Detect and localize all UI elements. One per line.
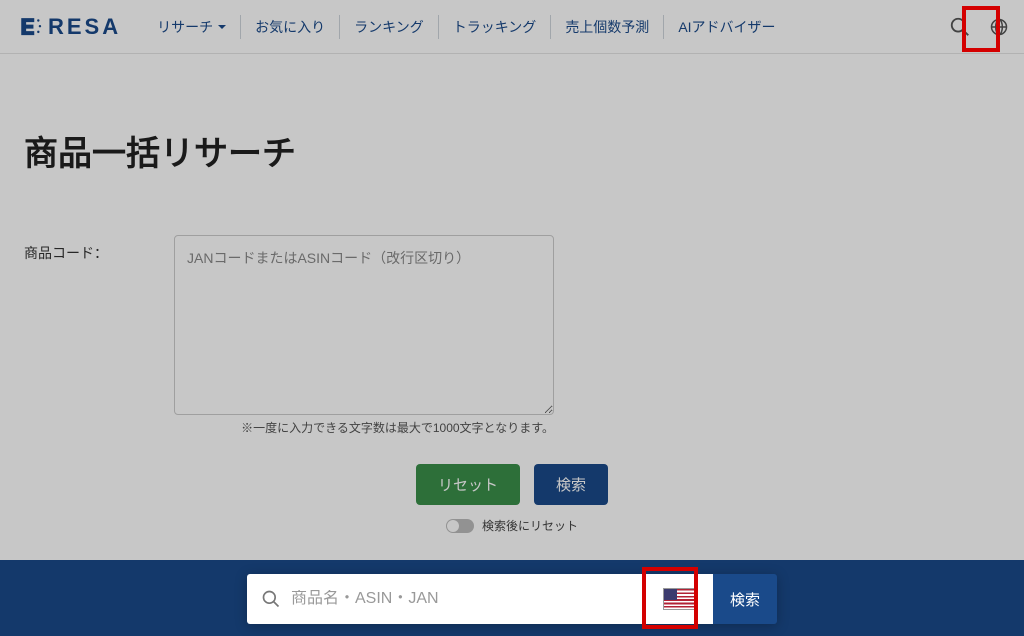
- toggle-label: 検索後にリセット: [482, 517, 578, 534]
- nav-ai-advisor[interactable]: AIアドバイザー: [664, 15, 789, 39]
- header: RESA リサーチ お気に入り ランキング トラッキング 売上個数予測 AIアド…: [0, 0, 1024, 54]
- nav-label: ランキング: [354, 17, 424, 37]
- reset-button[interactable]: リセット: [416, 464, 520, 505]
- nav-sales-forecast[interactable]: 売上個数予測: [551, 15, 664, 39]
- highlight-box-flag: [642, 567, 698, 629]
- form-row: 商品コード： ※一度に入力できる文字数は最大で1000文字となります。: [24, 235, 1000, 436]
- main-nav: リサーチ お気に入り ランキング トラッキング 売上個数予測 AIアドバイザー: [143, 15, 944, 39]
- form-label-code: 商品コード：: [24, 235, 134, 263]
- nav-label: トラッキング: [453, 17, 537, 37]
- form-field-wrap: ※一度に入力できる文字数は最大で1000文字となります。: [174, 235, 554, 436]
- nav-label: リサーチ: [157, 17, 213, 37]
- nav-label: 売上個数予測: [565, 17, 649, 37]
- logo-text: RESA: [48, 14, 121, 40]
- nav-favorites[interactable]: お気に入り: [241, 15, 340, 39]
- reset-after-search-toggle[interactable]: [446, 519, 474, 533]
- nav-label: お気に入り: [255, 17, 325, 37]
- toggle-row: 検索後にリセット: [24, 517, 1000, 534]
- helper-text: ※一度に入力できる文字数は最大で1000文字となります。: [174, 419, 554, 436]
- highlight-box-search-icon: [962, 6, 1000, 52]
- main-content: 商品一括リサーチ 商品コード： ※一度に入力できる文字数は最大で1000文字とな…: [0, 54, 1024, 534]
- nav-tracking[interactable]: トラッキング: [439, 15, 552, 39]
- search-icon: [261, 589, 281, 609]
- logo-icon: [18, 14, 44, 40]
- logo[interactable]: RESA: [18, 14, 121, 40]
- toggle-knob: [447, 520, 459, 532]
- search-button[interactable]: 検索: [534, 464, 608, 505]
- product-code-textarea[interactable]: [174, 235, 554, 415]
- search-popup-submit[interactable]: 検索: [713, 574, 777, 624]
- nav-ranking[interactable]: ランキング: [340, 15, 439, 39]
- nav-research[interactable]: リサーチ: [143, 15, 241, 39]
- search-popup-input[interactable]: [291, 590, 649, 608]
- page-title: 商品一括リサーチ: [24, 126, 1000, 175]
- nav-label: AIアドバイザー: [678, 17, 775, 37]
- chevron-down-icon: [218, 25, 226, 29]
- button-row: リセット 検索: [24, 464, 1000, 505]
